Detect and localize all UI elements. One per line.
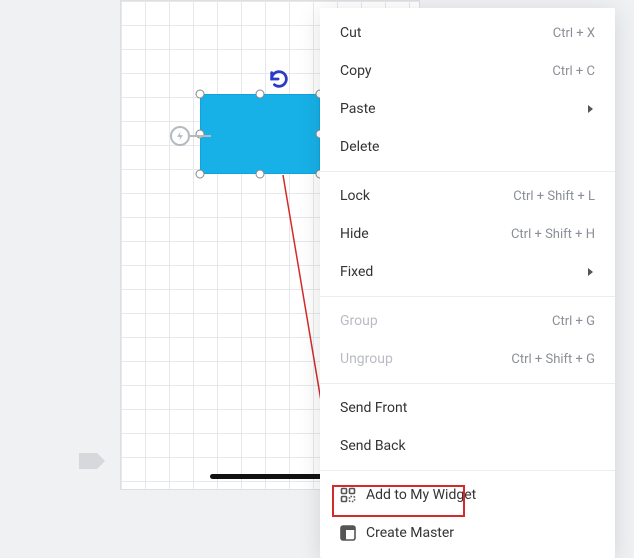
menu-label: Delete	[340, 139, 379, 155]
context-menu: Cut Ctrl + X Copy Ctrl + C Paste Delete …	[320, 8, 615, 558]
menu-item-hide[interactable]: Hide Ctrl + Shift + H	[320, 215, 615, 253]
menu-item-ungroup: Ungroup Ctrl + Shift + G	[320, 340, 615, 378]
selected-rectangle[interactable]	[200, 94, 320, 174]
menu-label: Cut	[340, 25, 361, 41]
menu-item-send-front[interactable]: Send Front	[320, 389, 615, 427]
resize-handle-nw[interactable]	[196, 90, 205, 99]
tag-icon	[78, 452, 106, 474]
menu-label: Send Back	[340, 438, 406, 454]
menu-shortcut: Ctrl + C	[552, 64, 595, 79]
menu-divider	[320, 383, 615, 384]
resize-handle-sw[interactable]	[196, 170, 205, 179]
menu-item-copy[interactable]: Copy Ctrl + C	[320, 52, 615, 90]
menu-label: Add to My Widget	[366, 487, 476, 503]
resize-handle-s[interactable]	[256, 170, 265, 179]
menu-shortcut: Ctrl + Shift + L	[513, 189, 595, 204]
rotate-handle-icon[interactable]	[268, 68, 290, 90]
menu-label: Group	[340, 313, 378, 329]
menu-label: Fixed	[340, 264, 373, 280]
menu-shortcut: Ctrl + X	[553, 26, 595, 41]
menu-divider	[320, 296, 615, 297]
submenu-arrow-icon	[587, 267, 595, 277]
menu-label: Copy	[340, 63, 372, 79]
menu-item-group: Group Ctrl + G	[320, 302, 615, 340]
menu-item-delete[interactable]: Delete	[320, 128, 615, 166]
menu-label: Create Master	[366, 525, 454, 541]
menu-item-add-widget[interactable]: Add to My Widget	[320, 476, 615, 514]
menu-item-lock[interactable]: Lock Ctrl + Shift + L	[320, 177, 615, 215]
menu-label: Lock	[340, 188, 370, 204]
resize-handle-n[interactable]	[256, 90, 265, 99]
connector-line	[190, 135, 211, 137]
menu-shortcut: Ctrl + G	[552, 314, 595, 329]
menu-item-create-master[interactable]: Create Master	[320, 514, 615, 552]
menu-label: Hide	[340, 226, 369, 242]
menu-divider	[320, 171, 615, 172]
add-widget-icon	[340, 487, 356, 503]
submenu-arrow-icon	[587, 104, 595, 114]
menu-label: Ungroup	[340, 351, 393, 367]
menu-item-send-back[interactable]: Send Back	[320, 427, 615, 465]
menu-shortcut: Ctrl + Shift + H	[511, 227, 595, 242]
home-indicator	[210, 474, 330, 479]
menu-item-cut[interactable]: Cut Ctrl + X	[320, 14, 615, 52]
menu-divider	[320, 470, 615, 471]
menu-label: Paste	[340, 101, 376, 117]
menu-item-paste[interactable]: Paste	[320, 90, 615, 128]
menu-shortcut: Ctrl + Shift + G	[511, 352, 595, 367]
interaction-connector[interactable]	[170, 126, 210, 146]
master-icon	[340, 525, 356, 541]
lightning-icon	[170, 126, 190, 146]
menu-item-fixed[interactable]: Fixed	[320, 253, 615, 291]
menu-label: Send Front	[340, 400, 407, 416]
